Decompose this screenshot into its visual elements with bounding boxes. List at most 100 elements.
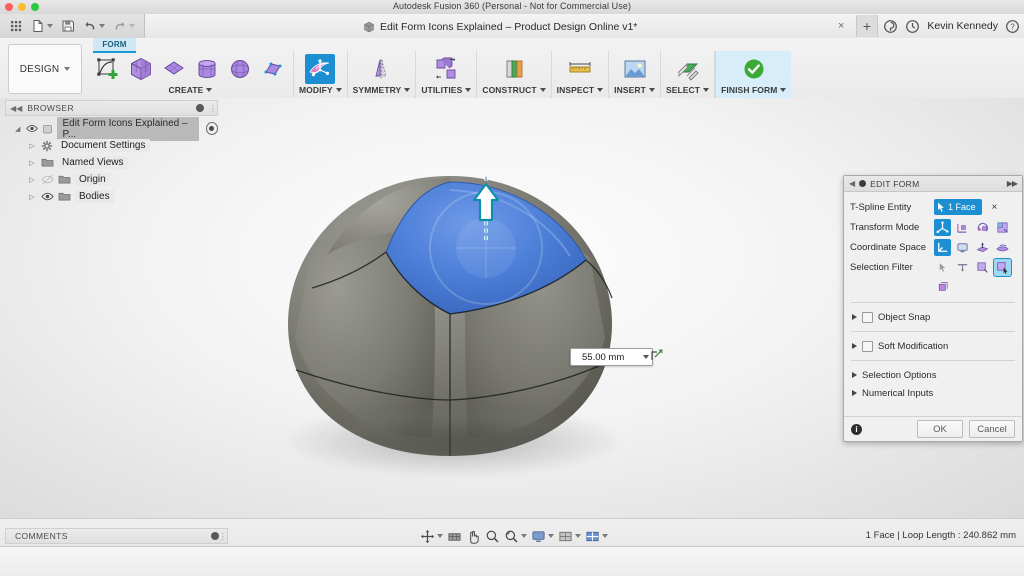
- eye-icon[interactable]: [26, 123, 38, 134]
- expand-icon[interactable]: ▷: [27, 193, 37, 201]
- panel-modify-label[interactable]: MODIFY: [299, 85, 342, 95]
- select-icon[interactable]: [673, 54, 703, 84]
- file-menu-button[interactable]: [28, 17, 56, 35]
- panel-utilities-label[interactable]: UTILITIES: [421, 85, 472, 95]
- object-snap-checkbox[interactable]: [862, 311, 873, 323]
- grid-snap-icon[interactable]: [558, 529, 581, 544]
- transform-translate-icon[interactable]: [954, 219, 971, 236]
- coord-world-icon[interactable]: [934, 238, 951, 256]
- create-plane-icon[interactable]: [159, 54, 189, 84]
- expand-triangle-icon[interactable]: [852, 372, 857, 378]
- selection-chip[interactable]: 1 Face: [934, 199, 982, 215]
- expand-triangle-icon[interactable]: [852, 390, 857, 396]
- utilities-convert-icon[interactable]: [431, 54, 461, 84]
- zoom-window-icon[interactable]: [504, 529, 527, 544]
- pan-grid-icon[interactable]: [447, 529, 462, 544]
- tree-node-root[interactable]: ◢ Edit Form Icons Explained – P...: [13, 116, 218, 141]
- help-icon[interactable]: ?: [1005, 19, 1020, 34]
- finish-form-check-icon[interactable]: [739, 54, 769, 84]
- coord-surface-icon[interactable]: [994, 239, 1011, 256]
- dialog-collapse-icon[interactable]: ◀: [849, 179, 855, 188]
- create-face-icon[interactable]: [258, 54, 288, 84]
- expand-root-icon[interactable]: ◢: [13, 125, 22, 133]
- orbit-caret-icon[interactable]: [437, 534, 443, 538]
- coord-view-icon[interactable]: [954, 239, 971, 256]
- edit-form-icon[interactable]: [305, 54, 336, 84]
- workspace-switcher[interactable]: DESIGN: [8, 44, 82, 94]
- create-sketch-icon[interactable]: [93, 54, 123, 84]
- clear-selection-button[interactable]: ×: [992, 202, 998, 213]
- expand-icon[interactable]: ▷: [27, 142, 37, 150]
- user-name-label[interactable]: Kevin Kennedy: [927, 20, 998, 32]
- measure-export-icon[interactable]: [650, 348, 664, 362]
- document-tab[interactable]: Edit Form Icons Explained – Product Desi…: [355, 16, 645, 37]
- tree-node-named-views[interactable]: ▷ Named Views: [27, 154, 218, 171]
- cancel-button[interactable]: Cancel: [969, 420, 1015, 438]
- panel-symmetry-label[interactable]: SYMMETRY: [353, 85, 411, 95]
- chevron-down-icon[interactable]: [643, 355, 650, 359]
- expand-icon[interactable]: ▷: [27, 176, 37, 184]
- edit-form-dialog[interactable]: ◀ EDIT FORM ▶▶ T-Spline Entity 1 Face ×: [843, 175, 1023, 442]
- create-sphere-icon[interactable]: [225, 54, 255, 84]
- display-settings-icon[interactable]: [531, 529, 554, 544]
- create-cylinder-icon[interactable]: [192, 54, 222, 84]
- transform-rotate-icon[interactable]: [974, 219, 991, 236]
- panel-create-label[interactable]: CREATE: [169, 85, 213, 95]
- dimension-value[interactable]: 55.00 mm: [574, 352, 640, 363]
- comments-panel[interactable]: COMMENTS ⋮: [5, 528, 228, 544]
- viewports-icon[interactable]: [585, 529, 608, 544]
- transform-scale-icon[interactable]: [994, 219, 1011, 236]
- collapse-left-icon[interactable]: ◀◀: [10, 104, 22, 113]
- notifications-icon[interactable]: [905, 19, 920, 34]
- panel-dot-icon[interactable]: [196, 104, 204, 112]
- coord-normal-icon[interactable]: [974, 239, 991, 256]
- viewports-caret-icon[interactable]: [602, 534, 608, 538]
- construct-plane-icon[interactable]: [499, 54, 529, 84]
- expand-triangle-icon[interactable]: [852, 343, 857, 349]
- group-selection-options[interactable]: Selection Options: [844, 366, 1022, 384]
- grid-caret-icon[interactable]: [575, 534, 581, 538]
- inspect-measure-icon[interactable]: [565, 54, 595, 84]
- panel-select-label[interactable]: SELECT: [666, 85, 710, 95]
- panel-insert-label[interactable]: INSERT: [614, 85, 655, 95]
- panel-dot-icon[interactable]: [211, 532, 219, 540]
- new-tab-button[interactable]: +: [856, 15, 878, 37]
- dialog-expand-icon[interactable]: ▶▶: [1007, 179, 1018, 188]
- filter-point-icon[interactable]: [934, 259, 951, 276]
- info-icon[interactable]: i: [851, 423, 862, 435]
- panel-construct-label[interactable]: CONSTRUCT: [482, 85, 546, 95]
- orbit-icon[interactable]: [420, 529, 443, 544]
- zoom-icon[interactable]: [485, 529, 500, 544]
- panel-inspect-label[interactable]: INSPECT: [557, 85, 604, 95]
- eye-icon[interactable]: [41, 191, 54, 202]
- expand-icon[interactable]: ▷: [27, 159, 37, 167]
- group-object-snap[interactable]: Object Snap: [844, 308, 1022, 326]
- comments-grip[interactable]: ⋮: [219, 532, 227, 541]
- extensions-icon[interactable]: [883, 19, 898, 34]
- tree-node-origin[interactable]: ▷ Origin: [27, 171, 218, 188]
- undo-button[interactable]: [80, 17, 108, 35]
- dimension-input[interactable]: 55.00 mm: [570, 348, 654, 366]
- transform-all-icon[interactable]: [934, 218, 951, 236]
- radio-on-icon[interactable]: [205, 122, 218, 135]
- zoom-caret-icon[interactable]: [521, 534, 527, 538]
- display-caret-icon[interactable]: [548, 534, 554, 538]
- browser-grip[interactable]: ⋮: [209, 104, 217, 113]
- symmetry-mirror-icon[interactable]: [366, 54, 396, 84]
- close-tab-button[interactable]: ×: [838, 20, 844, 32]
- expand-triangle-icon[interactable]: [852, 314, 857, 320]
- group-soft-modification[interactable]: Soft Modification: [844, 337, 1022, 355]
- save-button[interactable]: [58, 17, 78, 35]
- tree-node-bodies[interactable]: ▷ Bodies: [27, 188, 218, 205]
- group-numerical-inputs[interactable]: Numerical Inputs: [844, 384, 1022, 402]
- eye-off-icon[interactable]: [41, 174, 54, 185]
- ok-button[interactable]: OK: [917, 420, 963, 438]
- filter-group-icon[interactable]: [934, 279, 951, 296]
- filter-face-icon[interactable]: [974, 259, 991, 276]
- create-box-icon[interactable]: [126, 54, 156, 84]
- filter-body-icon[interactable]: [993, 257, 1012, 277]
- pan-hand-icon[interactable]: [466, 529, 481, 544]
- filter-edge-icon[interactable]: [954, 259, 971, 276]
- dialog-header[interactable]: ◀ EDIT FORM ▶▶: [844, 176, 1022, 192]
- tspline-model[interactable]: [250, 138, 650, 518]
